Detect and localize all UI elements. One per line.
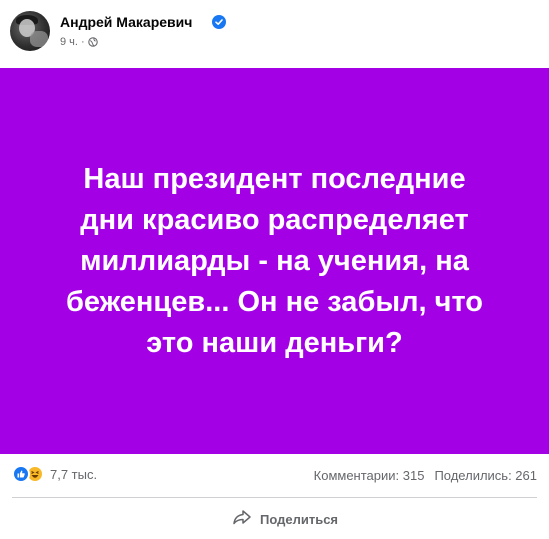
- post-header: Андрей Макаревич 9 ч. ·: [0, 0, 549, 68]
- verified-badge-icon: [212, 15, 226, 29]
- post-text-line: дни красиво распределяет: [80, 203, 469, 236]
- comments-count-link[interactable]: Комментарии: 315: [314, 468, 425, 483]
- share-button[interactable]: Поделиться: [210, 504, 360, 534]
- globe-icon[interactable]: [87, 37, 98, 47]
- post-text-line: это наши деньги?: [146, 326, 403, 359]
- author-avatar[interactable]: [10, 11, 50, 51]
- author-name[interactable]: Андрей Макаревич: [60, 14, 192, 30]
- post-timestamp[interactable]: 9 ч.: [60, 36, 78, 48]
- shares-count-link[interactable]: Поделились: 261: [434, 468, 537, 483]
- post-text: Наш президент последние дни красиво расп…: [15, 159, 535, 364]
- share-arrow-icon: [232, 509, 252, 530]
- share-label: Поделиться: [259, 511, 339, 527]
- post-text-line: Наш президент последние: [83, 162, 466, 195]
- divider: [12, 497, 537, 498]
- reactions-summary[interactable]: 7,7 тыс.: [12, 465, 97, 483]
- post-text-line: миллиарды - на учения, на: [80, 244, 469, 277]
- text-post-card[interactable]: Наш президент последние дни красиво расп…: [0, 68, 549, 454]
- reactions-count[interactable]: 7,7 тыс.: [50, 467, 97, 482]
- post-text-line: беженцев... Он не забыл, что: [65, 285, 484, 318]
- post-meta: 9 ч. ·: [60, 36, 98, 48]
- like-reaction-icon: [12, 465, 30, 483]
- engagement-counts: Комментарии: 315 Поделились: 261: [314, 468, 537, 483]
- meta-separator: ·: [80, 36, 85, 48]
- facebook-post: Андрей Макаревич 9 ч. · Наш президент по…: [0, 0, 549, 539]
- post-stats: 7,7 тыс. Комментарии: 315 Поделились: 26…: [0, 454, 549, 494]
